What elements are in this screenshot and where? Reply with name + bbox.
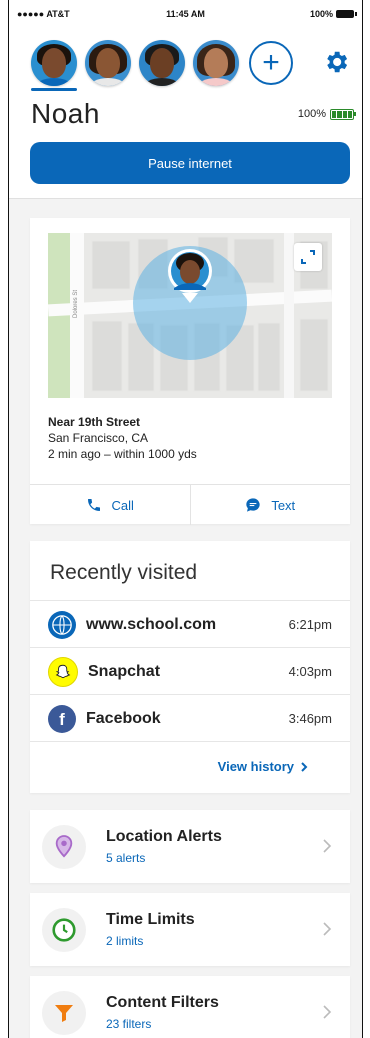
chevron-right-icon [301,761,308,772]
chat-bubble-icon [246,498,260,512]
profile-avatar-4[interactable] [193,40,239,86]
text-button[interactable]: Text [189,485,351,525]
location-pin-icon [42,825,86,869]
visited-time: 3:46pm [288,711,332,726]
battery-icon [336,10,357,18]
view-history-label: View history [217,759,294,774]
feature-subtitle: 2 limits [106,934,144,948]
phone-icon [87,499,100,511]
content-filters-card[interactable]: Content Filters 23 filters [30,976,350,1038]
feature-subtitle: 5 alerts [106,851,146,865]
location-actions: Call Text [30,484,350,525]
status-battery-label: 100% [309,9,333,19]
visited-time: 4:03pm [288,664,332,679]
app-frame: ●●●●● AT&T 11:45 AM 100% + Noah 100% Pau… [8,0,363,1038]
filter-icon [42,991,86,1035]
location-alerts-card[interactable]: Location Alerts 5 alerts [30,810,350,883]
facebook-icon: f [48,704,76,733]
list-item[interactable]: Snapchat 4:03pm [30,647,350,695]
device-battery: 100% [297,108,356,120]
list-item[interactable]: f Facebook 3:46pm [30,694,350,742]
text-label: Text [271,497,296,513]
feature-title: Time Limits [106,911,195,928]
status-bar: ●●●●● AT&T 11:45 AM 100% [9,0,362,28]
location-details: Near 19th Street San Francisco, CA 2 min… [48,414,197,462]
location-map[interactable]: Dolores St [48,233,332,398]
feature-title: Location Alerts [106,828,222,845]
plus-icon: + [262,46,280,79]
clock-icon [42,908,86,952]
recently-visited-card: Recently visited www.school.com 6:21pm S… [30,541,350,793]
visited-site-name: Snapchat [88,662,161,680]
chevron-right-icon [323,1005,332,1019]
location-accuracy: 2 min ago – within 1000 yds [48,447,197,461]
snapchat-icon [48,656,78,687]
call-button[interactable]: Call [30,485,190,525]
profile-switcher: + [31,40,293,86]
add-profile-button[interactable]: + [249,41,293,85]
feature-title: Content Filters [106,994,219,1011]
row-divider [30,741,350,742]
view-history-link[interactable]: View history [218,759,308,774]
feature-subtitle: 23 filters [106,1017,152,1031]
globe-icon [48,610,76,639]
location-city: San Francisco, CA [48,431,149,445]
profile-avatar-2[interactable] [85,40,131,86]
expand-icon [301,250,315,264]
street-label: Dolores St [73,290,79,318]
location-place: Near 19th Street [48,415,141,429]
profile-header: + Noah 100% Pause internet [9,28,362,199]
recently-visited-title: Recently visited [50,561,198,584]
pause-internet-button[interactable]: Pause internet [30,142,350,184]
chevron-right-icon [323,839,332,853]
map-graphic: Dolores St [48,233,332,398]
visited-site-name: www.school.com [86,615,217,633]
time-limits-card[interactable]: Time Limits 2 limits [30,893,350,966]
list-item[interactable]: www.school.com 6:21pm [30,600,350,648]
device-battery-label: 100% [297,108,326,120]
location-card: Dolores St Near 19th Street San Francisc… [30,218,350,525]
visited-site-name: Facebook [86,709,161,727]
call-label: Call [111,497,134,513]
profile-avatar-3[interactable] [139,40,185,86]
child-name: Noah [31,98,100,129]
status-battery: 100% [309,9,357,19]
battery-full-icon [330,108,356,120]
profile-avatar-noah[interactable] [31,40,77,86]
selected-profile-indicator [31,88,77,91]
gear-icon[interactable] [322,48,350,76]
expand-map-button[interactable] [294,243,322,271]
chevron-right-icon [323,922,332,936]
visited-time: 6:21pm [288,617,332,632]
